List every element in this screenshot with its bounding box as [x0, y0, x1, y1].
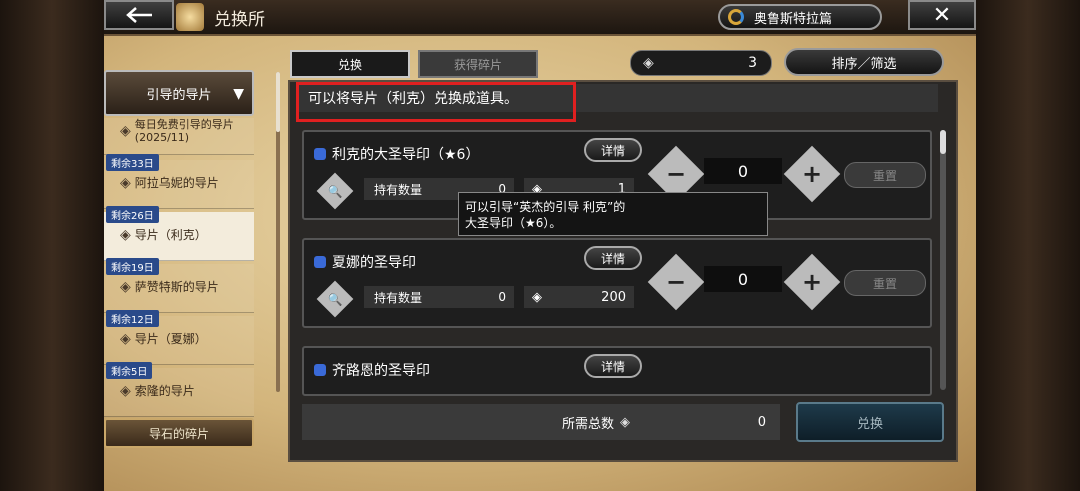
minus-icon: − — [665, 160, 687, 188]
magnifier-icon: 🔍 — [327, 291, 343, 306]
main-scrollbar[interactable] — [940, 130, 946, 390]
highlight-box — [296, 82, 576, 122]
right-frame — [976, 0, 1080, 491]
remaining-days-badge: 剩余12日 — [106, 310, 159, 327]
sidebar-item-sazantos[interactable]: 剩余19日 ◈ 萨赞特斯的导片 — [104, 258, 254, 313]
sort-filter-button[interactable]: 排序／筛选 — [784, 48, 944, 76]
hold-count: 持有数量 0 — [364, 286, 514, 308]
sidebar-item-solon[interactable]: 剩余5日 ◈ 索隆的导片 — [104, 362, 254, 417]
item-name: 夏娜的圣导印 — [314, 252, 416, 272]
sidebar-category-fragments[interactable]: 导石的碎片 — [104, 418, 254, 448]
increment-button[interactable]: + — [783, 145, 841, 203]
sidebar-category-guide[interactable]: 引导的导片 ▼ — [104, 70, 254, 116]
tab-get-fragments[interactable]: 获得碎片 — [418, 50, 538, 78]
detail-button[interactable]: 详情 — [584, 354, 642, 378]
item-icon — [314, 148, 326, 160]
sidebar-scrollbar[interactable] — [276, 72, 280, 392]
tooltip-line: 可以引导“英杰的引导 利克”的 — [465, 200, 626, 214]
gem-icon: ◈ — [120, 122, 131, 139]
shop-crest-icon — [176, 3, 204, 31]
page-title: 兑换所 — [214, 10, 265, 30]
world-label: 奥鲁斯特拉篇 — [754, 11, 833, 27]
item-card: 夏娜的圣导印 详情 🔍 持有数量 0 ◈ 200 − 0 + 重置 — [302, 238, 932, 328]
currency-value: 3 — [748, 55, 757, 71]
exchange-button[interactable]: 兑换 — [796, 402, 944, 442]
sidebar-item-label: ◈ 萨赞特斯的导片 — [120, 278, 219, 295]
sidebar: 引导的导片 ▼ ◈ 每日免费引导的导片(2025/11) 剩余33日 ◈ 阿拉乌妮的… — [104, 70, 254, 448]
sidebar-item-rick[interactable]: 剩余26日 ◈ 导片（利克） — [104, 206, 254, 261]
item-icon — [314, 364, 326, 376]
gem-icon: ◈ — [532, 289, 542, 305]
plus-icon: + — [801, 160, 823, 188]
gem-icon: ◈ — [643, 55, 654, 71]
sidebar-category-label: 导石的碎片 — [148, 426, 209, 441]
switch-icon — [728, 9, 744, 25]
item-name: 齐路恩的圣导印 — [314, 360, 430, 380]
reset-button[interactable]: 重置 — [844, 162, 926, 188]
back-arrow-icon — [126, 7, 152, 23]
gem-icon: ◈ — [120, 278, 131, 295]
close-button[interactable]: ✕ — [908, 0, 976, 30]
world-switch-button[interactable]: 奥鲁斯特拉篇 — [718, 4, 882, 30]
currency-counter: ◈ 3 — [630, 50, 772, 76]
item-card: 齐路恩的圣导印 详情 — [302, 346, 932, 396]
detail-button[interactable]: 详情 — [584, 138, 642, 162]
gem-icon: ◈ — [620, 414, 631, 430]
sidebar-item-label: ◈ 导片（利克） — [120, 226, 207, 243]
sidebar-item-label: ◈ 每日免费引导的导片(2025/11) — [120, 118, 234, 144]
chevron-down-icon: ▼ — [233, 86, 244, 102]
decrement-button[interactable]: − — [647, 253, 705, 311]
remaining-days-badge: 剩余19日 — [106, 258, 159, 275]
cost-display: ◈ 200 — [524, 286, 634, 308]
inspect-button[interactable]: 🔍 — [316, 280, 354, 318]
minus-icon: − — [665, 268, 687, 296]
left-frame — [0, 0, 104, 491]
sidebar-category-label: 引导的导片 — [146, 87, 212, 103]
plus-icon: + — [801, 268, 823, 296]
remaining-days-badge: 剩余33日 — [106, 154, 159, 171]
item-name: 利克的大圣导印（★6） — [314, 144, 479, 164]
sidebar-item-shana[interactable]: 剩余12日 ◈ 导片（夏娜） — [104, 310, 254, 365]
detail-button[interactable]: 详情 — [584, 246, 642, 270]
gem-icon: ◈ — [120, 174, 131, 191]
inspect-button[interactable]: 🔍 — [316, 172, 354, 210]
gem-icon: ◈ — [120, 226, 131, 243]
sidebar-item-araune[interactable]: 剩余33日 ◈ 阿拉乌妮的导片 — [104, 154, 254, 209]
remaining-days-badge: 剩余5日 — [106, 362, 153, 379]
sidebar-item-daily[interactable]: ◈ 每日免费引导的导片(2025/11) — [104, 118, 254, 155]
quantity-display: 0 — [704, 158, 782, 184]
tooltip-line: 大圣导印（★6）。 — [465, 216, 562, 230]
scroll-thumb[interactable] — [276, 72, 280, 132]
sidebar-item-label: ◈ 导片（夏娜） — [120, 330, 207, 347]
total-required-bar: 所需总数 ◈ 0 — [302, 404, 780, 440]
magnifier-icon: 🔍 — [327, 183, 343, 198]
back-button[interactable] — [104, 0, 174, 30]
remaining-days-badge: 剩余26日 — [106, 206, 159, 223]
total-label: 所需总数 — [562, 416, 615, 432]
quantity-display: 0 — [704, 266, 782, 292]
tab-exchange[interactable]: 兑换 — [290, 50, 410, 78]
sidebar-item-label: ◈ 阿拉乌妮的导片 — [120, 174, 219, 191]
reset-button[interactable]: 重置 — [844, 270, 926, 296]
scroll-thumb[interactable] — [940, 130, 946, 154]
total-value: 0 — [757, 414, 766, 430]
sidebar-item-label: ◈ 索隆的导片 — [120, 382, 195, 399]
item-tooltip: 可以引导“英杰的引导 利克”的 大圣导印（★6）。 — [458, 192, 768, 236]
increment-button[interactable]: + — [783, 253, 841, 311]
gem-icon: ◈ — [120, 330, 131, 347]
item-icon — [314, 256, 326, 268]
gem-icon: ◈ — [120, 382, 131, 399]
